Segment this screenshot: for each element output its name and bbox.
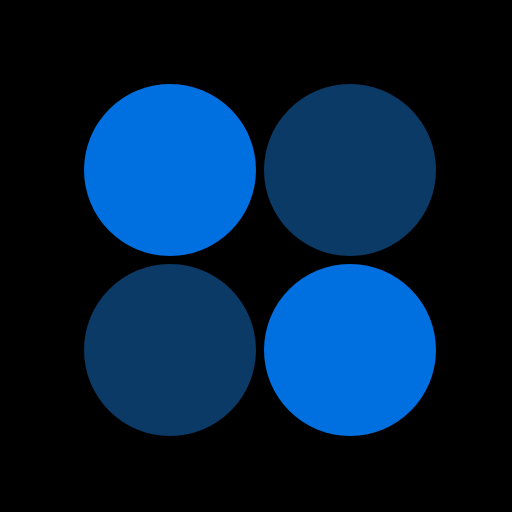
circle-bottom-left-icon [84, 264, 256, 436]
app-icon-canvas [0, 0, 512, 512]
circle-grid [84, 84, 436, 436]
circle-top-right-icon [264, 84, 436, 256]
circle-top-left-icon [84, 84, 256, 256]
circle-bottom-right-icon [264, 264, 436, 436]
